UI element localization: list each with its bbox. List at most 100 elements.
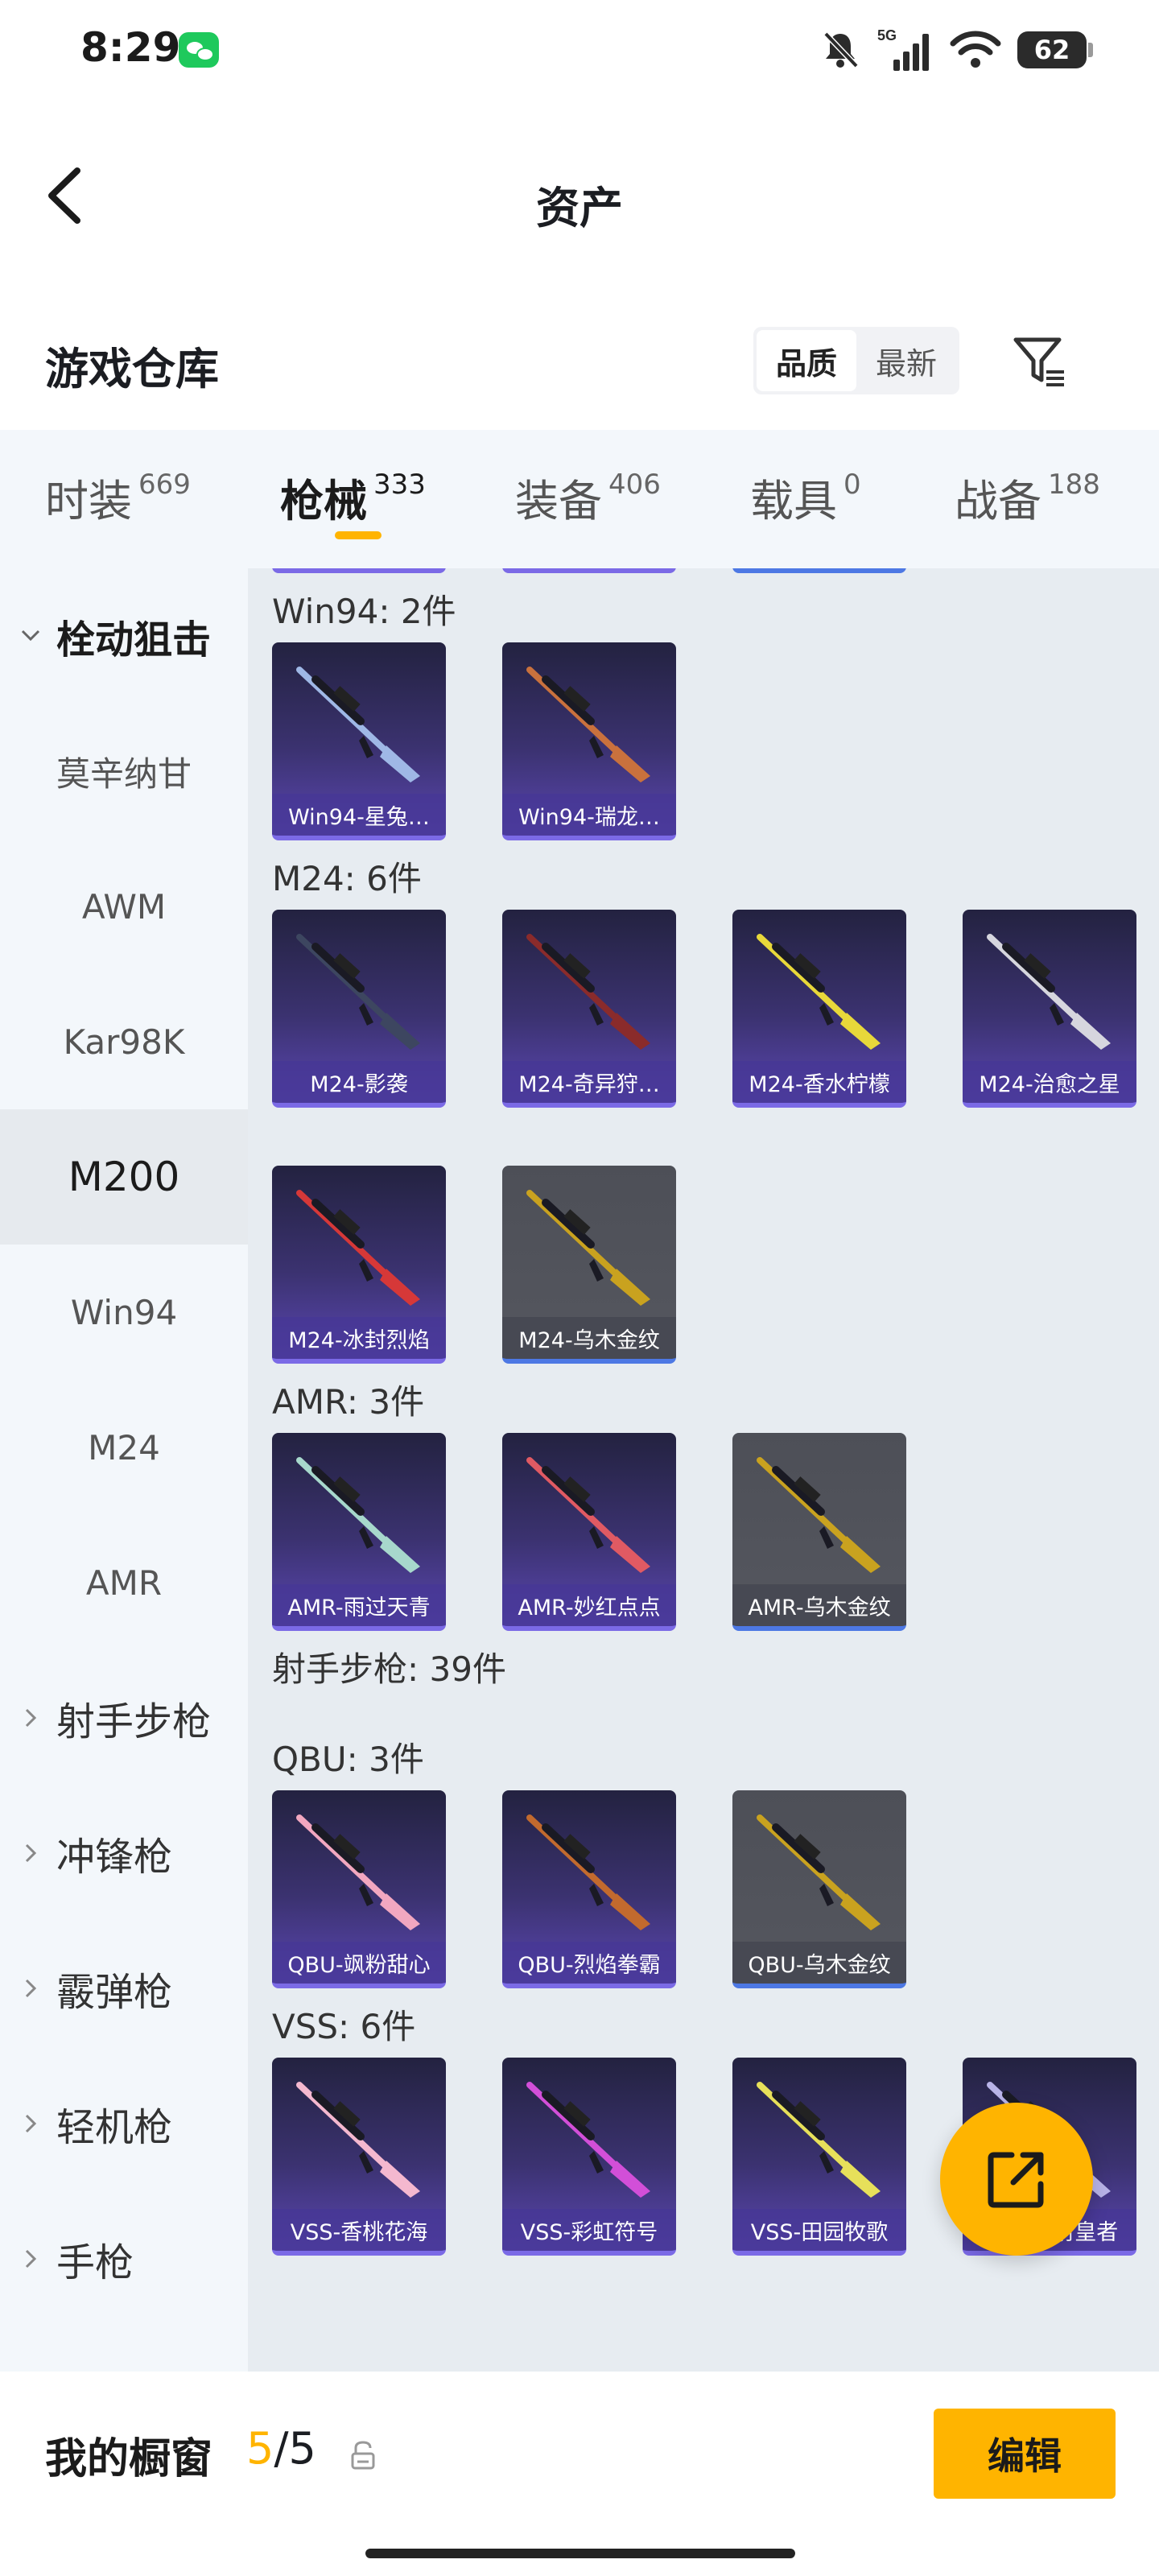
skin-card[interactable]: QBU-烈焰拳霸 — [502, 1790, 676, 1988]
tab-vehicles[interactable]: 载具 0 — [750, 465, 861, 529]
skin-group-label: 射手步枪: 39件 — [272, 1649, 506, 1689]
skin-name: M24-乌木金纹 — [502, 1317, 676, 1359]
skin-card[interactable]: AMR-乌木金纹 — [732, 1433, 906, 1631]
skin-name: QBU-烈焰拳霸 — [502, 1942, 676, 1984]
sidebar-group-smg[interactable]: 冲锋枪 — [0, 1785, 248, 1921]
tab-label: 战备 — [955, 476, 1041, 526]
bottom-bar: 我的橱窗 5/5 编辑 — [0, 2372, 1159, 2576]
sidebar-item-kar98k[interactable]: Kar98K — [0, 974, 248, 1109]
chevron-right-icon — [25, 1708, 37, 1728]
sidebar-item-awm[interactable]: AWM — [0, 839, 248, 974]
sidebar-group-bolt-action[interactable]: 栓动狙击 — [0, 568, 248, 704]
tab-label: 装备 — [515, 476, 602, 526]
tab-label: 枪械 — [280, 476, 367, 526]
lock-icon — [351, 2441, 375, 2470]
rifle-icon — [526, 1457, 650, 1573]
skin-card[interactable]: M24-乌木金纹 — [502, 1166, 676, 1364]
skin-card[interactable]: VSS-田园牧歌 — [732, 2058, 906, 2256]
sort-by-quality[interactable]: 品质 — [757, 330, 856, 391]
rifle-icon — [757, 934, 881, 1050]
showcase-count: 5/5 — [246, 2423, 316, 2474]
skin-card[interactable]: M24-影袭 — [272, 910, 446, 1108]
tab-combat-gear[interactable]: 战备 188 — [955, 465, 1100, 529]
sidebar-item-win94[interactable]: Win94 — [0, 1245, 248, 1380]
skin-name: M24-冰封烈焰 — [272, 1317, 446, 1359]
nav-bar: 资产 — [0, 100, 1159, 285]
sidebar-group-marksman[interactable]: 射手步枪 — [0, 1650, 248, 1785]
sidebar-group-lmg[interactable]: 轻机枪 — [0, 2056, 248, 2191]
wifi-icon — [950, 31, 1001, 68]
skin-card[interactable]: VSS-香桃花海 — [272, 2058, 446, 2256]
edit-button[interactable]: 编辑 — [934, 2409, 1116, 2499]
sort-by-newest[interactable]: 最新 — [856, 330, 956, 391]
sidebar-item-m24[interactable]: M24 — [0, 1380, 248, 1515]
sidebar-item-mosin[interactable]: 莫辛纳甘 — [0, 704, 248, 839]
page-title: 资产 — [536, 183, 623, 233]
warehouse-header: 游戏仓库 品质 最新 — [0, 285, 1159, 430]
share-button[interactable] — [940, 2103, 1093, 2256]
tab-fashion[interactable]: 时装 669 — [45, 465, 191, 529]
battery-icon: 62 — [1017, 31, 1093, 68]
sidebar-item-label: 莫辛纳甘 — [56, 753, 192, 794]
skin-name: Win94-瑞龙… — [502, 794, 676, 836]
skin-card[interactable]: Win94-瑞龙… — [502, 642, 676, 840]
skin-name: VSS-田园牧歌 — [732, 2209, 906, 2251]
sidebar-item-label: 射手步枪 — [56, 1699, 212, 1744]
skin-card-partial[interactable] — [732, 568, 906, 573]
skin-name: QBU-飒粉甜心 — [272, 1942, 446, 1984]
sidebar-item-label: Win94 — [70, 1292, 178, 1332]
skin-name: Win94-星兔… — [272, 794, 446, 836]
rifle-icon — [296, 1457, 420, 1573]
rifle-icon — [296, 1190, 420, 1306]
tab-count: 0 — [843, 469, 861, 501]
skin-card[interactable]: AMR-妙红点点 — [502, 1433, 676, 1631]
filter-icon[interactable] — [1011, 333, 1069, 391]
skin-card-partial[interactable] — [272, 568, 446, 573]
skin-card[interactable]: AMR-雨过天青 — [272, 1433, 446, 1631]
chevron-right-icon — [25, 2114, 37, 2133]
rifle-icon — [296, 667, 420, 782]
sidebar-group-pistol[interactable]: 手枪 — [0, 2191, 248, 2326]
rifle-icon — [757, 1814, 881, 1930]
skin-card-partial[interactable] — [502, 568, 676, 573]
showcase-current: 5 — [246, 2423, 274, 2474]
sidebar-item-m200[interactable]: M200 — [0, 1109, 248, 1245]
sidebar-item-label: M200 — [68, 1154, 180, 1200]
sidebar-item-label: M24 — [88, 1427, 160, 1468]
skin-card[interactable]: M24-冰封烈焰 — [272, 1166, 446, 1364]
chevron-right-icon — [25, 1843, 37, 1863]
sidebar-group-shotgun[interactable]: 霰弹枪 — [0, 1921, 248, 2056]
status-icons: 5G 62 — [819, 24, 1093, 76]
share-icon — [988, 2152, 1044, 2208]
skin-name: M24-奇异狩… — [502, 1061, 676, 1103]
rifle-icon — [526, 2082, 650, 2198]
rifle-icon — [987, 934, 1111, 1050]
sidebar-item-amr[interactable]: AMR — [0, 1515, 248, 1650]
rifle-icon — [296, 2082, 420, 2198]
weapon-type-sidebar: 栓动狙击 莫辛纳甘 AWM Kar98K M200 Win94 M24 AMR … — [0, 568, 248, 2372]
chevron-right-icon — [25, 1979, 37, 1998]
tab-count: 188 — [1048, 469, 1100, 501]
tab-firearms[interactable]: 枪械 333 — [280, 465, 426, 529]
skin-name: M24-治愈之星 — [963, 1061, 1136, 1103]
skin-card[interactable]: M24-治愈之星 — [963, 910, 1136, 1108]
showcase-label: 我的橱窗 — [45, 2435, 213, 2483]
skin-card[interactable]: M24-奇异狩… — [502, 910, 676, 1108]
rifle-icon — [296, 1814, 420, 1930]
tab-label: 时装 — [45, 476, 132, 526]
skin-card[interactable]: QBU-飒粉甜心 — [272, 1790, 446, 1988]
weapon-skins-grid: Win94: 2件 Win94-星兔… Win94-瑞龙… M24: 6件 M24-影袭… — [248, 568, 1159, 2372]
category-tabs: 时装 669 枪械 333 装备 406 载具 0 战备 188 — [0, 430, 1159, 568]
status-time: 8:29 — [80, 24, 181, 71]
skin-card[interactable]: VSS-彩虹符号 — [502, 2058, 676, 2256]
skin-card[interactable]: QBU-乌木金纹 — [732, 1790, 906, 1988]
rifle-icon — [526, 934, 650, 1050]
skin-card[interactable]: Win94-星兔… — [272, 642, 446, 840]
showcase-total: /5 — [274, 2423, 316, 2474]
skin-group-label: VSS: 6件 — [272, 2007, 416, 2046]
skin-card[interactable]: M24-香水柠檬 — [732, 910, 906, 1108]
chevron-right-icon — [25, 2249, 37, 2268]
tab-equipment[interactable]: 装备 406 — [515, 465, 661, 529]
rifle-icon — [526, 1814, 650, 1930]
rifle-icon — [757, 2082, 881, 2198]
